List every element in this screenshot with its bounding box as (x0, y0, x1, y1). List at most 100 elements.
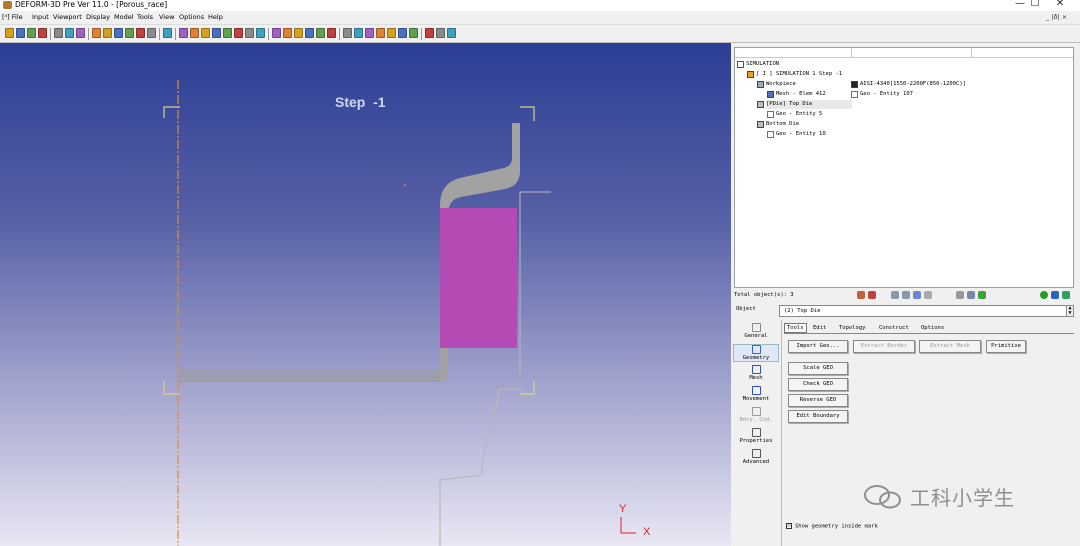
extract-border-button[interactable]: Extract Border (853, 340, 915, 353)
category-bdry-cnd[interactable]: Bdry. Cnd. (733, 407, 779, 423)
menu-display[interactable]: Display (86, 11, 110, 23)
section-5-icon[interactable] (316, 28, 325, 38)
3d-icon[interactable] (409, 28, 418, 38)
tree-workpiece[interactable]: Workpiece (766, 80, 796, 89)
tree-mesh[interactable]: Mesh - Elem 412 (776, 90, 826, 99)
bottom-die-outline[interactable] (439, 388, 522, 546)
open-icon[interactable] (5, 28, 14, 38)
menu-view[interactable]: View (159, 11, 174, 23)
category-advanced[interactable]: Advanced (733, 449, 779, 465)
tree-workpiece-material[interactable]: AISI-4340[1550-2200F(850-1200C)] (860, 80, 966, 89)
object-tool-2-icon[interactable] (902, 291, 910, 299)
object-spinner[interactable]: ▲ ▼ (1066, 305, 1074, 317)
pointer-icon[interactable] (179, 28, 188, 38)
graphics-viewport[interactable]: Y X Step -1 (0, 43, 731, 546)
object-tool-1-icon[interactable] (891, 291, 899, 299)
tab-edit[interactable]: Edit (810, 323, 829, 333)
section-3-icon[interactable] (294, 28, 303, 38)
settings-icon[interactable] (76, 28, 85, 38)
menu-help[interactable]: Help (208, 11, 223, 23)
category-general[interactable]: General (733, 323, 779, 339)
tree-geo-workpiece[interactable]: Geo - Entity 107 (860, 90, 913, 99)
object-tool-icon[interactable] (354, 28, 363, 38)
2d-icon[interactable] (398, 28, 407, 38)
document-icon[interactable] (147, 28, 156, 38)
tree-simulation-step[interactable]: [ I ] SIMULATION 1 Step -1 (756, 70, 842, 79)
import-geo-button[interactable]: Import Geo... (788, 340, 848, 353)
copy-icon[interactable] (65, 28, 74, 38)
view-front-icon[interactable] (114, 28, 123, 38)
view-cube-icon[interactable] (103, 28, 112, 38)
stop-icon[interactable] (436, 28, 445, 38)
primitive-button[interactable]: Primitive (986, 340, 1026, 353)
category-geometry-label: Geometry (742, 355, 770, 361)
rotate-icon[interactable] (223, 28, 232, 38)
object-tool-3-icon[interactable] (913, 291, 921, 299)
paint-icon[interactable] (376, 28, 385, 38)
exit-icon[interactable] (447, 28, 456, 38)
show-geometry-checkbox[interactable]: ☑ (786, 523, 792, 529)
rotate-x-icon[interactable] (234, 28, 243, 38)
view-top-icon[interactable] (136, 28, 145, 38)
tab-tools[interactable]: Tools (784, 323, 807, 333)
edit-boundary-button[interactable]: Edit Boundary (788, 410, 848, 423)
category-mesh[interactable]: Mesh (733, 365, 779, 381)
scale-geo-button[interactable]: Scale GEO (788, 362, 848, 375)
object-select[interactable]: (2) Top Die (779, 305, 1069, 317)
ruler-icon[interactable] (163, 28, 172, 38)
extract-mesh-button[interactable]: Extract Mesh (919, 340, 981, 353)
tree-geo-top-die[interactable]: Geo - Entity 5 (776, 110, 822, 119)
reverse-geo-button[interactable]: Reverse GEO (788, 394, 848, 407)
add-object-icon[interactable] (857, 291, 865, 299)
category-geometry[interactable]: Geometry (733, 344, 779, 362)
section-1-icon[interactable] (272, 28, 281, 38)
object-tool-7-icon[interactable] (978, 291, 986, 299)
tree-simulation[interactable]: SIMULATION (746, 60, 779, 69)
object-tool-5-icon[interactable] (956, 291, 964, 299)
tree-view-icon[interactable] (1051, 291, 1059, 299)
undo-icon[interactable] (92, 28, 101, 38)
boundary-icon[interactable] (365, 28, 374, 38)
category-properties[interactable]: Properties (733, 428, 779, 444)
tree-view-2-icon[interactable] (1062, 291, 1070, 299)
section-6-icon[interactable] (327, 28, 336, 38)
save-as-icon[interactable] (27, 28, 36, 38)
status-green-icon[interactable] (1040, 291, 1048, 299)
material-icon (851, 81, 858, 88)
zoom-icon[interactable] (201, 28, 210, 38)
section-2-icon[interactable] (283, 28, 292, 38)
maximize-button[interactable]: ☐ (1023, 0, 1047, 9)
menu-viewport[interactable]: Viewport (53, 11, 82, 23)
view-side-icon[interactable] (125, 28, 134, 38)
tab-topology[interactable]: Topology (836, 323, 869, 333)
menu-tools[interactable]: Tools (137, 11, 153, 23)
check-geo-button[interactable]: Check GEO (788, 378, 848, 391)
object-tool-6-icon[interactable] (967, 291, 975, 299)
zoom-box-icon[interactable] (212, 28, 221, 38)
object-tool-4-icon[interactable] (924, 291, 932, 299)
tab-options[interactable]: Options (918, 323, 947, 333)
menu-model[interactable]: Model (114, 11, 134, 23)
delete-object-icon[interactable] (868, 291, 876, 299)
rotate-y-icon[interactable] (245, 28, 254, 38)
tree-top-die[interactable]: [PDie] Top Die (766, 100, 852, 109)
close-button[interactable]: ✕ (1048, 0, 1072, 9)
tree-bottom-die[interactable]: Bottom Die (766, 120, 799, 129)
category-movement[interactable]: Movement (733, 386, 779, 402)
mdi-controls[interactable]: _ |ð| × (1046, 11, 1067, 23)
save-icon[interactable] (16, 28, 25, 38)
section-4-icon[interactable] (305, 28, 314, 38)
rotate-z-icon[interactable] (256, 28, 265, 38)
menu-input[interactable]: Input (32, 11, 49, 23)
menu-options[interactable]: Options (179, 11, 204, 23)
color-icon[interactable] (387, 28, 396, 38)
help-icon[interactable] (425, 28, 434, 38)
pan-icon[interactable] (190, 28, 199, 38)
mesh-tool-icon[interactable] (343, 28, 352, 38)
camera-icon[interactable] (54, 28, 63, 38)
workpiece-block[interactable] (440, 208, 517, 348)
tree-geo-bottom-die[interactable]: Geo - Entity 10 (776, 130, 826, 139)
menu-file[interactable]: [⁴] File (2, 11, 23, 23)
print-icon[interactable] (38, 28, 47, 38)
tab-construct[interactable]: Construct (876, 323, 912, 333)
